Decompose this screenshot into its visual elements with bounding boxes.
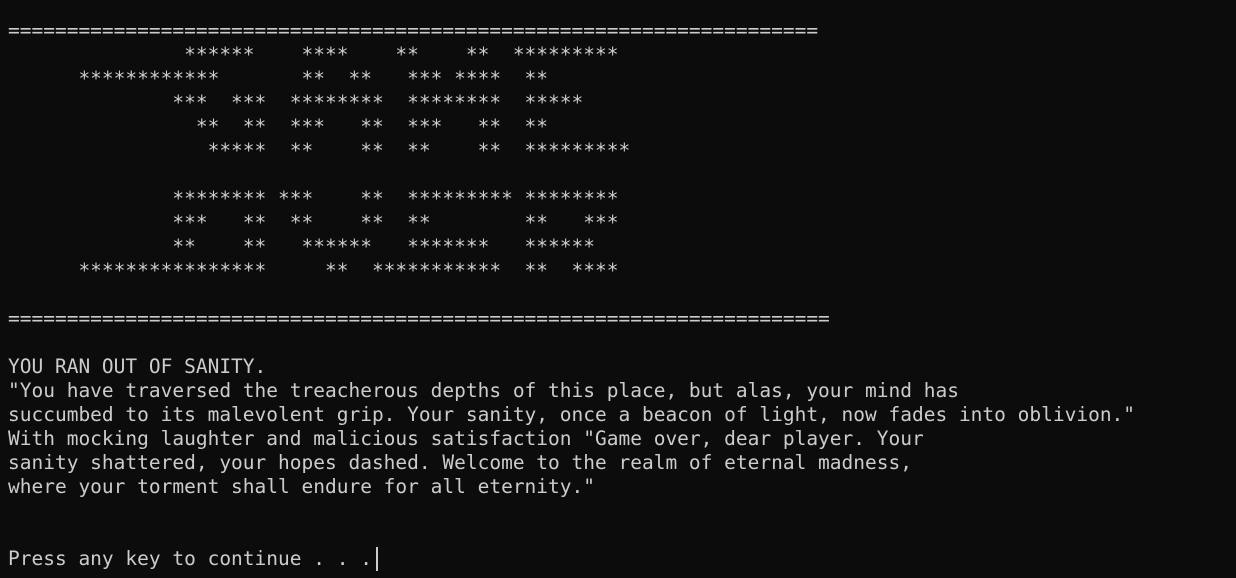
message-line: succumbed to its malevolent grip. Your s… <box>8 403 1136 426</box>
game-over-banner: ========================================… <box>8 19 1236 331</box>
banner-art-line: ******** *** ** ********* ******** <box>8 187 619 210</box>
spacer-line <box>8 499 1236 523</box>
game-over-message: YOU RAN OUT OF SANITY. "You have travers… <box>8 355 1236 499</box>
banner-art-line: ** ** ****** ******* ****** <box>8 235 595 258</box>
banner-art-line: ************ ** ** *** **** ** <box>8 67 549 90</box>
banner-art-line: *** ** ** ** ** ** *** <box>8 211 619 234</box>
message-line: "You have traversed the treacherous dept… <box>8 379 959 402</box>
banner-art-line: *** *** ******** ******** ***** <box>8 91 584 114</box>
message-line: sanity shattered, your hopes dashed. Wel… <box>8 451 912 474</box>
banner-art-line: ** ** *** ** *** ** ** <box>8 115 549 138</box>
banner-art-line: **************** ** *********** ** **** <box>8 259 619 282</box>
banner-separator-top: ========================================… <box>8 19 819 42</box>
continue-prompt-line[interactable]: Press any key to continue . . . <box>8 547 1236 571</box>
text-cursor <box>375 547 378 571</box>
spacer-line <box>8 523 1236 547</box>
message-line: where your torment shall endure for all … <box>8 475 595 498</box>
banner-blank-line <box>8 283 1236 307</box>
continue-prompt: Press any key to continue . . . <box>8 547 372 570</box>
message-heading: YOU RAN OUT OF SANITY. <box>8 355 267 378</box>
message-line: With mocking laughter and malicious sati… <box>8 427 924 450</box>
terminal-window[interactable]: ========================================… <box>0 0 1236 578</box>
banner-art-line: ***** ** ** ** ** ********* <box>8 139 631 162</box>
banner-separator-bottom: ========================================… <box>8 307 830 330</box>
banner-art-line: ****** **** ** ** ********* <box>8 43 619 66</box>
spacer-line <box>8 331 1236 355</box>
banner-blank-line <box>8 163 1236 187</box>
